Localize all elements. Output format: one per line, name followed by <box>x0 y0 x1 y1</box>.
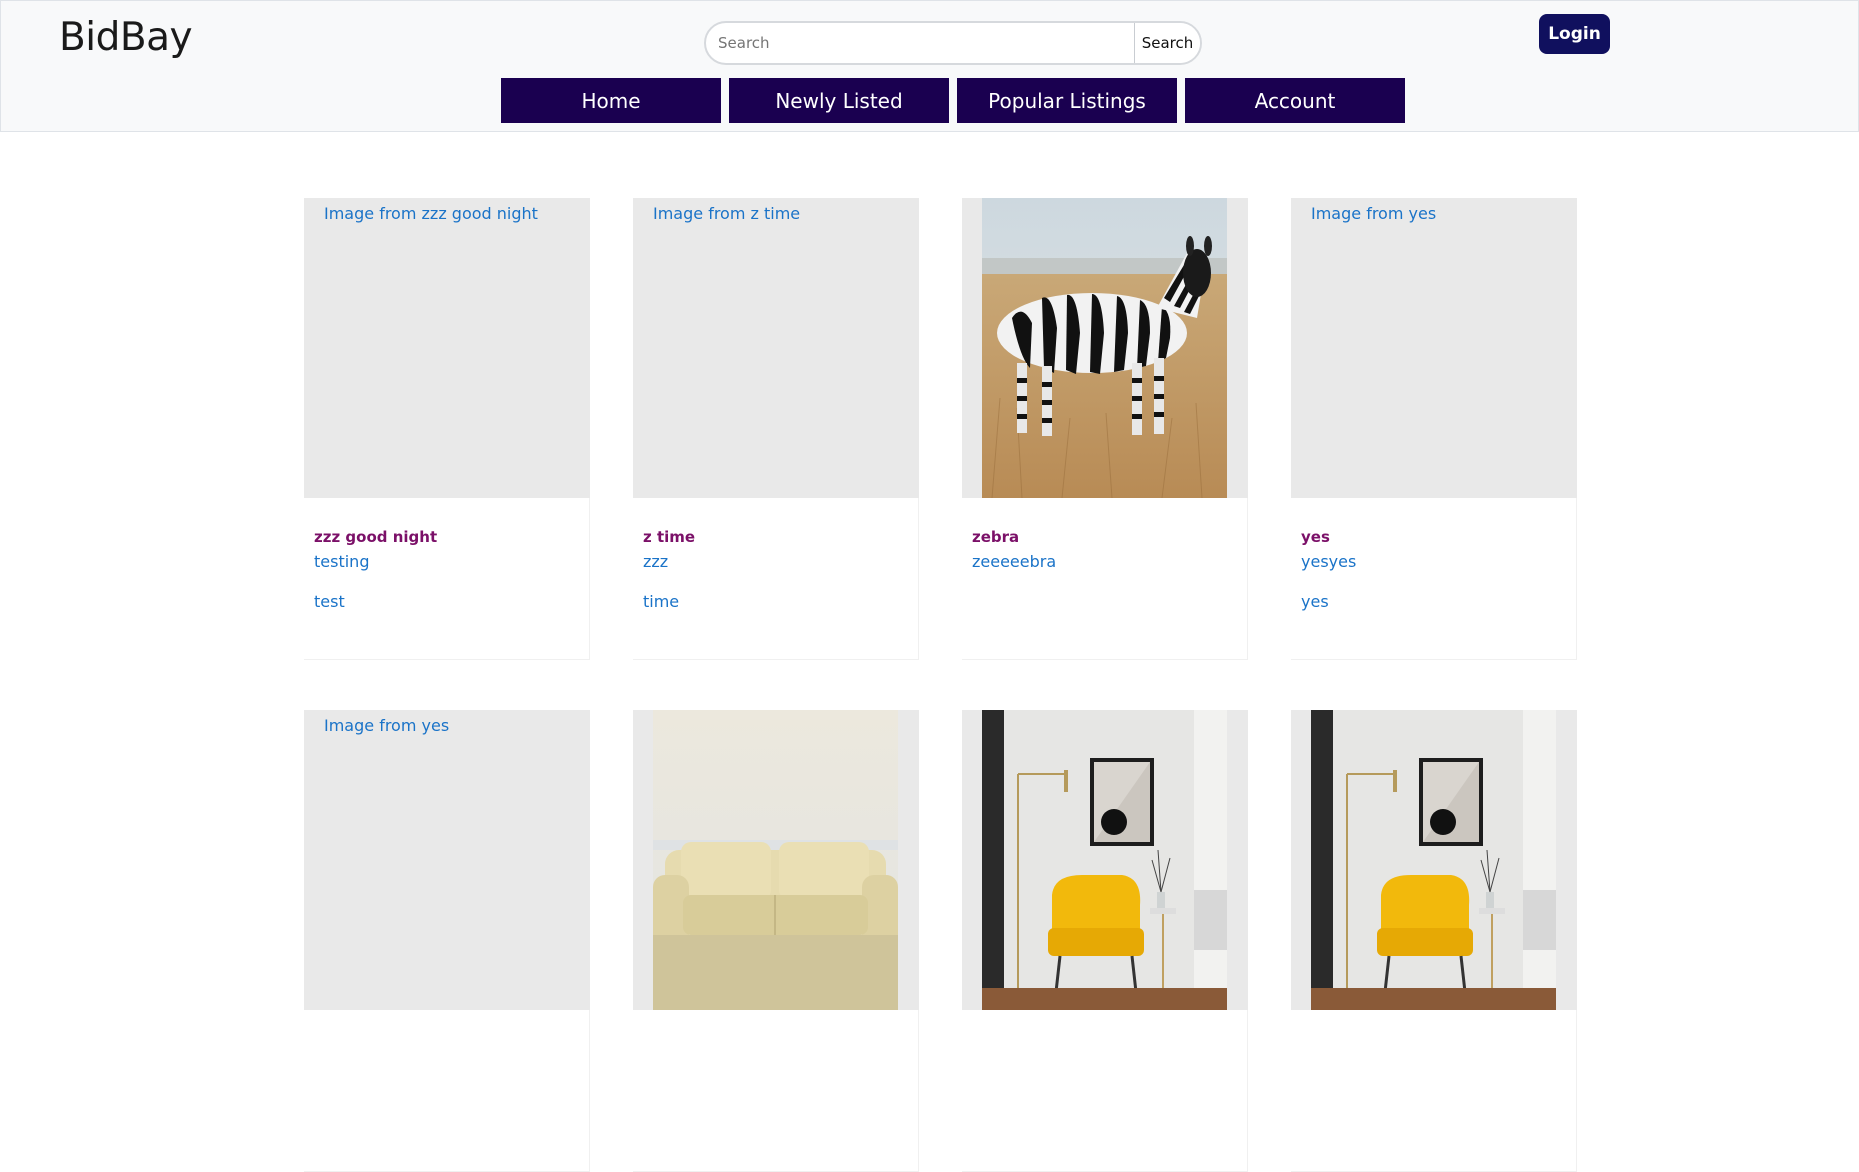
login-button[interactable]: Login <box>1539 14 1610 54</box>
listing-extra: time <box>643 592 680 611</box>
listing-card[interactable]: Image from yes <box>304 710 590 1172</box>
search-bar: Search <box>704 21 1202 65</box>
listing-card[interactable]: Image from yes yes yesyes yes <box>1291 198 1577 660</box>
image-alt-text: Image from z time <box>653 204 801 223</box>
listing-image[interactable]: Image from zzz good night <box>304 198 590 498</box>
listing-title[interactable]: zzz good night <box>314 528 437 546</box>
listing-image[interactable]: Image from yes <box>304 710 590 1010</box>
nav-popular-listings[interactable]: Popular Listings <box>957 78 1177 123</box>
listing-title[interactable]: yes <box>1301 528 1330 546</box>
listings-grid: Image from zzz good night zzz good night… <box>304 198 1577 1172</box>
search-button[interactable]: Search <box>1134 23 1200 63</box>
listing-card[interactable]: Image from zzz good night zzz good night… <box>304 198 590 660</box>
listing-description: zeeeeebra <box>972 552 1057 571</box>
nav-newly-listed[interactable]: Newly Listed <box>729 78 949 123</box>
search-input[interactable] <box>706 23 1134 63</box>
site-header: BidBay Search Login Home Newly Listed Po… <box>0 0 1859 132</box>
yellow-chair-photo <box>1311 710 1556 1010</box>
yellow-chair-photo <box>982 710 1227 1010</box>
listing-extra: yes <box>1301 592 1329 611</box>
image-alt-text: Image from yes <box>1311 204 1437 223</box>
sofa-photo <box>653 710 898 1010</box>
listing-image[interactable]: Image from yes <box>1291 198 1577 498</box>
listing-image[interactable] <box>1291 710 1577 1010</box>
nav-home[interactable]: Home <box>501 78 721 123</box>
listing-card[interactable]: zebra zeeeeebra <box>962 198 1248 660</box>
listing-card[interactable]: Image from z time z time zzz time <box>633 198 919 660</box>
listing-image[interactable] <box>633 710 919 1010</box>
listing-card[interactable] <box>1291 710 1577 1172</box>
listing-card[interactable] <box>633 710 919 1172</box>
listing-extra: test <box>314 592 345 611</box>
listing-description: zzz <box>643 552 669 571</box>
listing-description: testing <box>314 552 370 571</box>
image-alt-text: Image from yes <box>324 716 450 735</box>
listing-description: yesyes <box>1301 552 1357 571</box>
listing-card[interactable] <box>962 710 1248 1172</box>
brand-logo[interactable]: BidBay <box>59 15 193 60</box>
image-alt-text: Image from zzz good night <box>324 204 538 223</box>
listing-image[interactable] <box>962 710 1248 1010</box>
main-nav: Home Newly Listed Popular Listings Accou… <box>501 78 1405 123</box>
nav-account[interactable]: Account <box>1185 78 1405 123</box>
listing-title[interactable]: z time <box>643 528 695 546</box>
listing-image[interactable]: Image from z time <box>633 198 919 498</box>
listing-image[interactable] <box>962 198 1248 498</box>
zebra-photo <box>982 198 1227 498</box>
listing-title[interactable]: zebra <box>972 528 1019 546</box>
